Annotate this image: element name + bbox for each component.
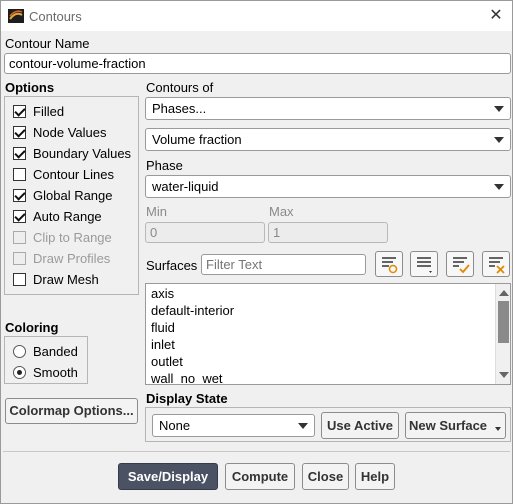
list-item[interactable]: inlet [146,336,510,353]
chevron-down-icon [494,106,504,112]
checkbox-box[interactable] [13,188,26,202]
save-display-button[interactable]: Save/Display [118,463,218,490]
colormap-options-button[interactable]: Colormap Options... [5,398,138,424]
help-button[interactable]: Help [355,463,395,490]
scroll-down-icon[interactable] [499,372,509,378]
surfaces-label: Surfaces [146,258,198,273]
chevron-down-icon [494,184,504,190]
title-bar[interactable]: Contours ✕ [1,1,512,31]
radio-circle[interactable] [13,344,26,358]
surfaces-filter-input[interactable] [201,254,366,275]
banded-radio[interactable]: Banded [13,342,78,360]
radio-label: Smooth [33,364,78,380]
deselect-all-icon[interactable] [482,251,510,277]
checkbox-box[interactable] [13,209,26,223]
checkbox-label: Boundary Values [33,145,132,161]
dropdown-value: Phases... [152,101,207,116]
boundary-values-checkbox[interactable]: Boundary Values [13,144,131,162]
checkbox-label: Draw Profiles [33,250,111,266]
scroll-thumb[interactable] [498,301,509,343]
list-menu-icon [417,257,432,273]
contours-dialog: Contours ✕ Contour Name contour-volume-f… [0,0,513,504]
contour-name-label: Contour Name [5,36,90,51]
contour-lines-checkbox[interactable]: Contour Lines [13,165,114,183]
list-item[interactable]: wall_no_wet [146,370,510,384]
display-state-dropdown[interactable]: None [152,414,315,437]
list-item[interactable]: axis [146,285,510,302]
dropdown-value: Volume fraction [152,132,242,147]
checkbox-box[interactable] [13,146,26,160]
surfaces-list[interactable]: axis default-interior fluid inlet outlet… [145,283,511,385]
node-values-checkbox[interactable]: Node Values [13,123,106,141]
checkbox-box[interactable] [13,167,26,181]
max-input: 1 [268,222,388,243]
close-button[interactable]: Close [302,463,349,490]
checkbox-label: Filled [33,103,65,119]
phase-dropdown[interactable]: water-liquid [145,175,511,198]
clip-to-range-checkbox: Clip to Range [13,228,112,246]
checkbox-box [13,251,26,265]
surfaces-scrollbar[interactable] [495,284,510,384]
chevron-down-icon [298,423,308,429]
checkbox-label: Node Values [33,124,107,140]
checkbox-box[interactable] [13,272,26,286]
checkbox-label: Clip to Range [33,229,112,245]
filled-checkbox[interactable]: Filled [13,102,64,120]
max-label: Max [269,204,294,219]
new-surface-label: New Surface [409,418,488,433]
radio-circle[interactable] [13,365,26,379]
checkbox-label: Contour Lines [33,166,114,182]
min-input: 0 [145,222,265,243]
dropdown-value: water-liquid [152,179,219,194]
draw-profiles-checkbox: Draw Profiles [13,249,110,267]
contours-of-variable-dropdown[interactable]: Volume fraction [145,128,511,151]
list-clear-icon [489,257,505,274]
checkbox-box [13,230,26,244]
compute-button[interactable]: Compute [225,463,295,490]
phase-label: Phase [146,158,183,173]
close-icon[interactable]: ✕ [486,6,506,26]
checkbox-box[interactable] [13,125,26,139]
auto-range-checkbox[interactable]: Auto Range [13,207,102,225]
footer-divider [3,451,510,452]
checkbox-label: Draw Mesh [33,271,99,287]
chevron-down-icon [494,137,504,143]
global-range-checkbox[interactable]: Global Range [13,186,113,204]
checkbox-label: Auto Range [33,208,102,224]
draw-mesh-checkbox[interactable]: Draw Mesh [13,270,99,288]
radio-label: Banded [33,343,78,359]
options-group: Filled Node Values Boundary Values Conto… [4,96,139,295]
coloring-label: Coloring [5,320,59,335]
list-item[interactable]: fluid [146,319,510,336]
list-item[interactable]: default-interior [146,302,510,319]
min-label: Min [146,204,167,219]
new-surface-button[interactable]: New Surface [405,412,506,439]
coloring-group: Banded Smooth [4,336,88,384]
list-item[interactable]: outlet [146,353,510,370]
select-group-icon[interactable] [410,251,438,277]
window-title: Contours [29,9,82,24]
contours-of-label: Contours of [146,80,214,95]
checkbox-box[interactable] [13,104,26,118]
contours-of-category-dropdown[interactable]: Phases... [145,97,511,120]
display-state-label: Display State [146,391,228,406]
options-label: Options [5,80,55,95]
scroll-up-icon[interactable] [499,290,509,296]
smooth-radio[interactable]: Smooth [13,363,78,381]
dropdown-value: None [159,418,191,433]
select-all-icon[interactable] [446,251,474,277]
fluent-app-icon [8,9,24,23]
chevron-down-icon [495,427,501,431]
checkbox-label: Global Range [33,187,113,203]
display-state-group: None Use Active New Surface [145,407,511,442]
contour-name-input[interactable]: contour-volume-fraction [4,53,511,74]
list-active-icon [382,257,398,274]
list-check-icon [453,257,470,274]
select-active-icon[interactable] [375,251,403,277]
use-active-button[interactable]: Use Active [321,412,399,439]
